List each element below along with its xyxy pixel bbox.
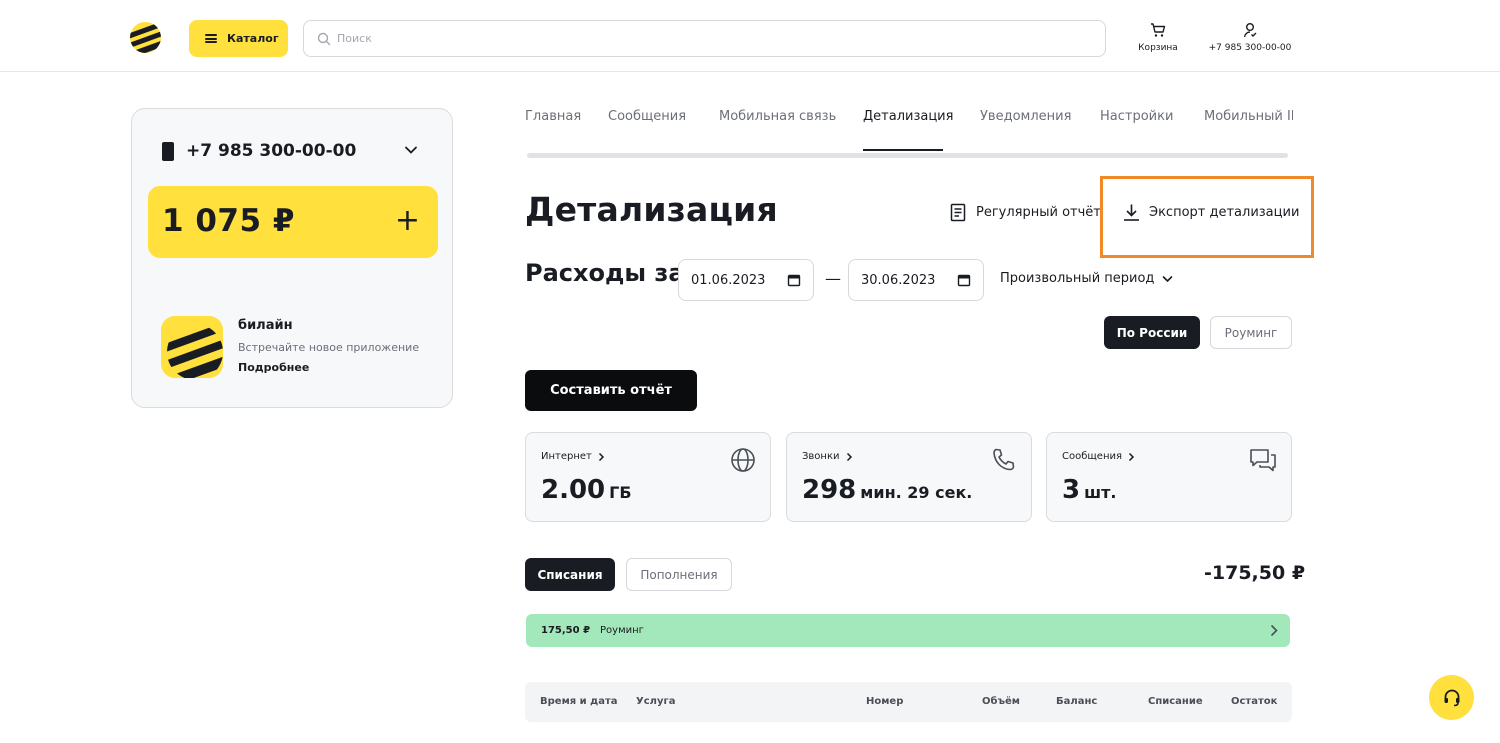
tab-messages[interactable]: Сообщения bbox=[608, 109, 686, 124]
stat-unit: шт. bbox=[1084, 483, 1117, 502]
globe-icon bbox=[731, 448, 755, 472]
date-separator: — bbox=[825, 269, 841, 288]
chevron-right-icon bbox=[598, 452, 604, 461]
period-dropdown[interactable]: Произвольный период bbox=[1000, 271, 1173, 286]
menu-icon bbox=[205, 34, 217, 43]
roaming-amount: 175,50 ₽ bbox=[541, 625, 591, 636]
search-input[interactable]: Поиск bbox=[303, 20, 1106, 57]
column-header: Номер bbox=[866, 696, 904, 707]
document-icon bbox=[950, 203, 966, 222]
balance-amount: 1 075 ₽ bbox=[162, 203, 295, 239]
tab-settings[interactable]: Настройки bbox=[1100, 109, 1173, 124]
tab-main[interactable]: Главная bbox=[525, 109, 581, 124]
regular-report-label: Регулярный отчёт bbox=[976, 205, 1101, 220]
writeoffs-filter[interactable]: Списания bbox=[525, 558, 615, 591]
column-header: Время и дата bbox=[540, 696, 618, 707]
tabs-scrollbar[interactable] bbox=[527, 153, 1288, 158]
chevron-down-icon[interactable] bbox=[404, 145, 418, 155]
search-icon bbox=[317, 32, 331, 45]
date-from-value: 01.06.2023 bbox=[691, 272, 766, 288]
total-amount: -175,50 ₽ bbox=[1204, 562, 1306, 584]
smartphone-icon bbox=[162, 141, 174, 161]
stat-unit: мин. 29 сек. bbox=[860, 483, 973, 502]
page-title: Детализация bbox=[525, 190, 778, 229]
export-label: Экспорт детализации bbox=[1149, 205, 1300, 220]
headset-icon bbox=[1444, 689, 1459, 706]
column-header: Баланс bbox=[1056, 696, 1098, 707]
chevron-down-icon bbox=[1163, 275, 1173, 282]
account-card: +7 985 300-00-00 1 075 ₽ + билайн Встреч… bbox=[131, 108, 453, 408]
phone-icon bbox=[993, 448, 1015, 471]
stat-unit: ГБ bbox=[609, 483, 632, 502]
stat-label: Сообщения bbox=[1062, 451, 1123, 462]
stat-value: 3 bbox=[1062, 475, 1081, 505]
calendar-icon[interactable] bbox=[787, 273, 801, 287]
tab-details[interactable]: Детализация bbox=[863, 109, 953, 124]
cart-icon bbox=[1151, 23, 1166, 37]
export-details-button[interactable]: Экспорт детализации bbox=[1122, 203, 1299, 222]
stat-value: 2.00 bbox=[541, 475, 606, 505]
profile-phone: +7 985 300-00-00 bbox=[1208, 43, 1292, 53]
column-header: Услуга bbox=[636, 696, 676, 707]
date-to-input[interactable]: 30.06.2023 bbox=[848, 259, 984, 301]
chevron-right-icon bbox=[1270, 624, 1278, 637]
add-funds-button[interactable]: + bbox=[395, 206, 420, 236]
calendar-icon[interactable] bbox=[957, 273, 971, 287]
column-header: Объём bbox=[982, 696, 1020, 707]
promo-more-link[interactable]: Подробнее bbox=[238, 361, 309, 374]
expenses-label: Расходы за bbox=[525, 259, 685, 287]
catalog-button[interactable]: Каталог bbox=[189, 20, 288, 57]
beeline-app-icon bbox=[161, 316, 223, 378]
balance-panel[interactable]: 1 075 ₽ + bbox=[148, 186, 438, 258]
beeline-logo[interactable] bbox=[130, 22, 161, 53]
roaming-label: Роуминг bbox=[600, 625, 644, 636]
active-tab-indicator bbox=[863, 149, 943, 151]
column-header: Остаток bbox=[1231, 696, 1278, 707]
support-chat-button[interactable] bbox=[1429, 675, 1474, 720]
topups-filter[interactable]: Пополнения bbox=[626, 558, 732, 591]
stat-label: Звонки bbox=[802, 451, 840, 462]
regular-report-button[interactable]: Регулярный отчёт bbox=[949, 203, 1101, 222]
details-table-header: Время и дата Услуга Номер Объём Баланс С… bbox=[525, 682, 1292, 722]
region-russia-toggle[interactable]: По России bbox=[1104, 316, 1200, 349]
section-tabs: Главная Сообщения Мобильная связь Детали… bbox=[525, 108, 1295, 158]
phone-selector[interactable]: +7 985 300-00-00 bbox=[162, 141, 356, 161]
tab-mobile-id[interactable]: Мобильный ID bbox=[1204, 109, 1293, 124]
chevron-right-icon bbox=[846, 452, 852, 461]
column-header: Списание bbox=[1148, 696, 1203, 707]
cart-button[interactable]: Корзина bbox=[1136, 22, 1180, 53]
phone-number: +7 985 300-00-00 bbox=[186, 141, 357, 161]
roaming-summary-row[interactable]: 175,50 ₽ Роуминг bbox=[526, 614, 1290, 647]
promo-title: билайн bbox=[238, 318, 293, 333]
chevron-right-icon bbox=[1128, 452, 1135, 461]
profile-button[interactable]: +7 985 300-00-00 bbox=[1204, 22, 1296, 53]
date-from-input[interactable]: 01.06.2023 bbox=[678, 259, 814, 301]
stat-value: 298 bbox=[802, 475, 857, 505]
period-label: Произвольный период bbox=[1000, 271, 1155, 286]
user-icon bbox=[1243, 23, 1257, 38]
chat-icon bbox=[1250, 449, 1276, 472]
tab-mobile[interactable]: Мобильная связь bbox=[719, 109, 836, 124]
promo-subtitle: Встречайте новое приложение bbox=[238, 341, 420, 354]
make-report-button[interactable]: Составить отчёт bbox=[525, 370, 697, 411]
catalog-label: Каталог bbox=[227, 32, 279, 45]
cart-label: Корзина bbox=[1138, 43, 1178, 53]
internet-stat-card[interactable]: Интернет 2.00 ГБ bbox=[525, 432, 771, 522]
date-to-value: 30.06.2023 bbox=[861, 272, 936, 288]
stat-label: Интернет bbox=[541, 451, 592, 462]
tab-notifications[interactable]: Уведомления bbox=[980, 109, 1071, 124]
top-header: Каталог Поиск Корзина +7 985 300-00-00 bbox=[0, 0, 1500, 72]
messages-stat-card[interactable]: Сообщения 3 шт. bbox=[1046, 432, 1292, 522]
search-placeholder: Поиск bbox=[337, 32, 372, 45]
region-roaming-toggle[interactable]: Роуминг bbox=[1210, 316, 1292, 349]
download-icon bbox=[1124, 204, 1139, 221]
calls-stat-card[interactable]: Звонки 298 мин. 29 сек. bbox=[786, 432, 1032, 522]
